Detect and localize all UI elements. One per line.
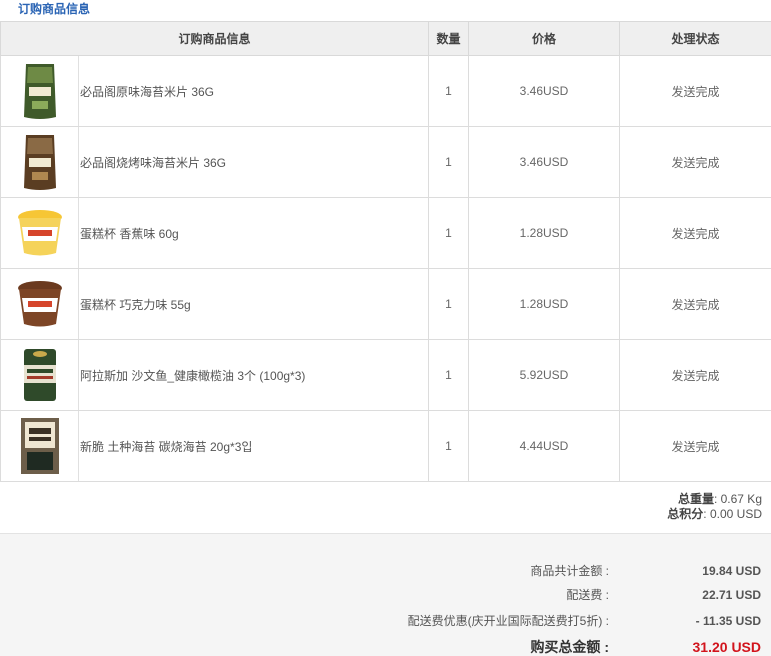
table-row: 新脆 土种海苔 碳烧海苔 20g*3입 1 4.44USD 发送完成: [1, 411, 771, 482]
laver-pack-icon: [19, 416, 61, 476]
column-header-price: 价格: [469, 22, 620, 56]
total-points-value: : 0.00 USD: [703, 507, 762, 521]
price-cell: 4.44USD: [469, 411, 620, 482]
total-weight: 总重量: 0.67 Kg: [667, 492, 762, 507]
quantity-cell: 1: [429, 198, 469, 269]
price-cell: 5.92USD: [469, 340, 620, 411]
order-items-table: 订购商品信息 数量 价格 处理状态 必品阁原味海苔米片 36G 1 3.46US…: [0, 21, 771, 482]
salmon-can-icon: [21, 345, 59, 405]
table-row: 必品阁原味海苔米片 36G 1 3.46USD 发送完成: [1, 56, 771, 127]
column-header-product: 订购商品信息: [1, 22, 429, 56]
product-name[interactable]: 必品阁烧烤味海苔米片 36G: [79, 127, 429, 198]
total-weight-value: : 0.67 Kg: [714, 492, 762, 506]
status-cell: 发送完成: [620, 411, 771, 482]
yellow-cake-cup-icon: [16, 207, 64, 259]
status-cell: 发送完成: [620, 198, 771, 269]
table-row: 蛋糕杯 香蕉味 60g 1 1.28USD 发送完成: [1, 198, 771, 269]
price-cell: 1.28USD: [469, 269, 620, 340]
table-header-row: 订购商品信息 数量 价格 处理状态: [1, 22, 771, 56]
brown-seaweed-snack-bag-icon: [20, 132, 60, 192]
price-cell: 3.46USD: [469, 56, 620, 127]
quantity-cell: 1: [429, 56, 469, 127]
quantity-cell: 1: [429, 127, 469, 198]
grand-total-label: 购买总金额 :: [530, 638, 609, 656]
quantity-cell: 1: [429, 340, 469, 411]
product-name[interactable]: 阿拉斯加 沙文鱼_健康橄榄油 3个 (100g*3): [79, 340, 429, 411]
product-name[interactable]: 必品阁原味海苔米片 36G: [79, 56, 429, 127]
product-thumbnail[interactable]: [1, 340, 79, 411]
product-thumbnail[interactable]: [1, 411, 79, 482]
shipping-discount-value: - 11.35 USD: [696, 612, 761, 630]
green-seaweed-snack-bag-icon: [20, 61, 60, 121]
quantity-cell: 1: [429, 411, 469, 482]
product-thumbnail[interactable]: [1, 56, 79, 127]
status-cell: 发送完成: [620, 269, 771, 340]
shipping-discount-label: 配送费优惠(庆开业国际配送费打5折) :: [408, 612, 609, 630]
total-points: 总积分: 0.00 USD: [667, 507, 762, 522]
total-weight-label: 总重量: [678, 492, 714, 506]
weight-points-block: 总重量: 0.67 Kg 总积分: 0.00 USD: [667, 492, 762, 522]
table-row: 必品阁烧烤味海苔米片 36G 1 3.46USD 发送完成: [1, 127, 771, 198]
shipping-value: 22.71 USD: [702, 586, 761, 604]
subtotal-label: 商品共计金额 :: [530, 562, 609, 580]
price-cell: 3.46USD: [469, 127, 620, 198]
table-row: 阿拉斯加 沙文鱼_健康橄榄油 3个 (100g*3) 1 5.92USD 发送完…: [1, 340, 771, 411]
status-cell: 发送完成: [620, 340, 771, 411]
subtotal-value: 19.84 USD: [702, 562, 761, 580]
product-name[interactable]: 新脆 土种海苔 碳烧海苔 20g*3입: [79, 411, 429, 482]
order-summary-panel: 商品共计金额 : 19.84 USD 配送费 : 22.71 USD 配送费优惠…: [0, 533, 771, 656]
section-title: 订购商品信息: [18, 0, 90, 18]
status-cell: 发送完成: [620, 127, 771, 198]
total-points-label: 总积分: [667, 507, 703, 521]
column-header-status: 处理状态: [620, 22, 771, 56]
chocolate-cake-cup-icon: [16, 278, 64, 330]
status-cell: 发送完成: [620, 56, 771, 127]
table-row: 蛋糕杯 巧克力味 55g 1 1.28USD 发送完成: [1, 269, 771, 340]
product-name[interactable]: 蛋糕杯 巧克力味 55g: [79, 269, 429, 340]
product-name[interactable]: 蛋糕杯 香蕉味 60g: [79, 198, 429, 269]
shipping-label: 配送费 :: [566, 586, 609, 604]
grand-total-value: 31.20 USD: [693, 638, 761, 656]
column-header-quantity: 数量: [429, 22, 469, 56]
product-thumbnail[interactable]: [1, 127, 79, 198]
quantity-cell: 1: [429, 269, 469, 340]
product-thumbnail[interactable]: [1, 198, 79, 269]
product-thumbnail[interactable]: [1, 269, 79, 340]
price-cell: 1.28USD: [469, 198, 620, 269]
